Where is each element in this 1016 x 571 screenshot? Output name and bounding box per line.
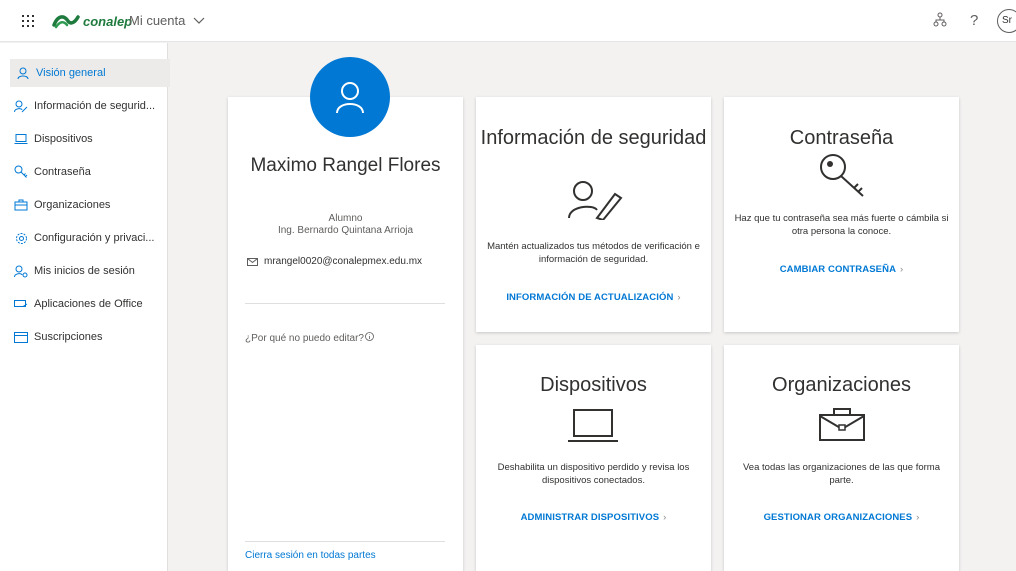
user-avatar[interactable]: Sr [997, 9, 1016, 33]
devices-description: Deshabilita un dispositivo perdido y rev… [497, 462, 690, 486]
help-icon[interactable]: ? [970, 12, 978, 29]
sidebar-item-label: Contraseña [34, 166, 91, 178]
key-icon [14, 165, 28, 179]
sidebar-nav: Visión general Información de segurid...… [0, 43, 170, 571]
person-key-icon [14, 99, 28, 113]
person-icon [336, 82, 364, 114]
divider [245, 541, 445, 542]
settings-gear-icon [14, 231, 28, 245]
sidebar-item-devices[interactable]: Dispositivos [8, 125, 168, 153]
chevron-right-icon: › [900, 264, 904, 275]
chevron-right-icon: › [663, 512, 667, 523]
update-security-info-label: INFORMACIÓN DE ACTUALIZACIÓN [506, 292, 674, 303]
sidebar-item-label: Configuración y privaci... [34, 232, 155, 244]
info-icon[interactable] [365, 331, 374, 341]
sidebar-item-password[interactable]: Contraseña [8, 158, 168, 186]
org-chart-icon[interactable] [933, 12, 947, 28]
why-cant-edit-link[interactable]: ¿Por qué no puedo editar? [245, 331, 374, 344]
profile-role: Alumno [328, 213, 363, 224]
briefcase-icon [14, 198, 28, 212]
profile-school: Ing. Bernardo Quintana Arrioja [277, 225, 414, 236]
update-security-info-link[interactable]: INFORMACIÓN DE ACTUALIZACIÓN › [476, 292, 711, 303]
person-key-icon [14, 264, 28, 278]
chevron-right-icon: › [677, 292, 681, 303]
conalep-logo[interactable]: conalep [52, 11, 132, 31]
office-apps-icon [14, 297, 28, 311]
mail-icon [247, 257, 258, 266]
sidebar-item-label: Dispositivos [34, 133, 93, 145]
devices-title: Dispositivos [540, 374, 647, 396]
security-info-description: Mantén actualizados tus métodos de verif… [487, 241, 700, 265]
laptop-icon [568, 409, 618, 442]
top-bar: conalep Mi cuenta ? Sr [0, 0, 1016, 42]
organizations-title: Organizaciones [772, 374, 911, 396]
sidebar-item-my-signins[interactable]: Mis inicios de sesión [8, 257, 168, 285]
sidebar-item-label: Suscripciones [34, 331, 103, 343]
security-info-title: Información de seguridad [480, 127, 707, 149]
person-icon [16, 66, 30, 80]
sidebar-item-organizations[interactable]: Organizaciones [8, 191, 168, 219]
sidebar-item-label: Información de segurid... [34, 100, 156, 112]
sidebar-item-label: Mis inicios de sesión [34, 265, 135, 277]
person-key-icon [568, 181, 623, 220]
key-icon [820, 154, 864, 197]
sidebar-item-label: Organizaciones [34, 199, 111, 211]
sidebar-item-office-apps[interactable]: Aplicaciones de Office [8, 290, 168, 318]
account-title[interactable]: Mi cuenta [129, 13, 185, 28]
profile-avatar [310, 57, 390, 137]
profile-email: mrangel0020@conalepmex.edu.mx [247, 256, 422, 267]
manage-devices-link[interactable]: ADMINISTRAR DISPOSITIVOS › [476, 512, 711, 523]
sidebar-item-security-info[interactable]: Información de segurid... [8, 92, 168, 120]
chevron-right-icon: › [916, 512, 920, 523]
change-password-label: CAMBIAR CONTRASEÑA [779, 264, 897, 275]
chevron-down-icon[interactable] [193, 14, 205, 26]
manage-organizations-link[interactable]: GESTIONAR ORGANIZACIONES › [724, 512, 959, 523]
sidebar-item-label: Aplicaciones de Office [34, 298, 143, 310]
password-description: Haz que tu contraseña sea más fuerte o c… [734, 213, 949, 237]
sidebar-item-vision-general[interactable]: Visión general [10, 59, 170, 87]
laptop-icon [14, 132, 28, 146]
email-text: mrangel0020@conalepmex.edu.mx [264, 256, 423, 267]
sidebar-item-subscriptions[interactable]: Suscripciones [8, 323, 168, 351]
sidebar-item-settings-privacy[interactable]: Configuración y privaci... [8, 224, 168, 252]
profile-name: Maximo Rangel Flores [250, 155, 441, 176]
logo-text: conalep [83, 13, 133, 29]
conalep-logo-icon [52, 15, 80, 29]
manage-organizations-label: GESTIONAR ORGANIZACIONES [763, 512, 913, 523]
sidebar-item-label: Visión general [36, 67, 106, 79]
app-launcher-icon[interactable] [22, 15, 34, 27]
why-cant-edit-text: ¿Por qué no puedo editar? [245, 333, 364, 344]
subscription-card-icon [14, 330, 28, 344]
sign-out-everywhere-link[interactable]: Cierra sesión en todas partes [245, 550, 376, 561]
organizations-description: Vea todas las organizaciones de las que … [743, 462, 940, 486]
manage-devices-label: ADMINISTRAR DISPOSITIVOS [520, 512, 660, 523]
change-password-link[interactable]: CAMBIAR CONTRASEÑA › [724, 264, 959, 275]
briefcase-icon [819, 408, 865, 441]
password-title: Contraseña [789, 127, 894, 149]
divider [245, 303, 445, 304]
